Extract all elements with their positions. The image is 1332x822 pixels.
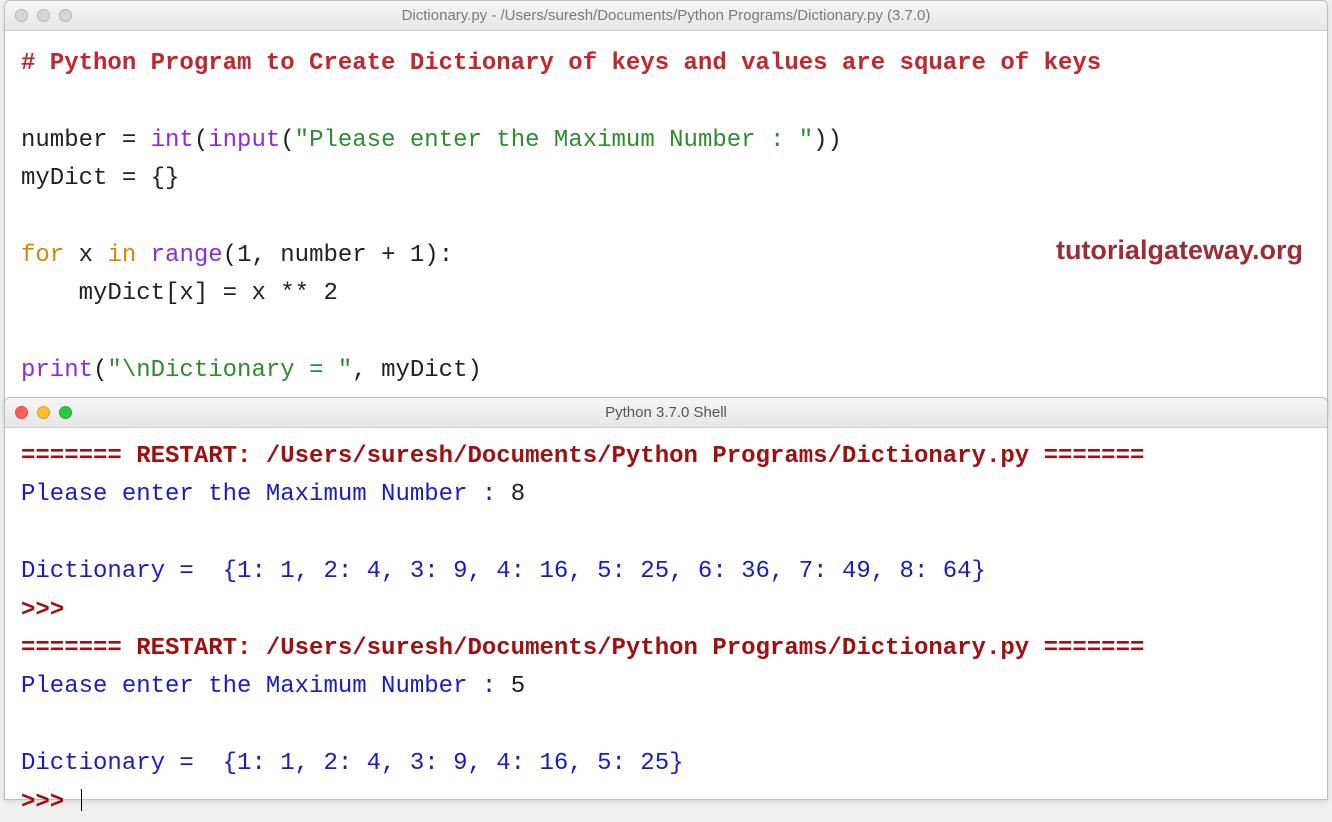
editor-traffic-lights <box>15 9 72 22</box>
code-text: )) <box>813 127 842 154</box>
shell-input-value: 5 <box>511 673 525 700</box>
shell-ps: >>> <box>21 789 79 816</box>
maximize-icon[interactable] <box>59 406 72 419</box>
code-keyword-for: for <box>21 242 64 269</box>
code-text: ( <box>194 127 208 154</box>
code-text: , myDict) <box>352 357 482 384</box>
code-text: ( <box>280 127 294 154</box>
editor-window: Dictionary.py - /Users/suresh/Documents/… <box>4 0 1328 416</box>
shell-prompt-label: Please enter the Maximum Number : <box>21 673 511 700</box>
code-text: myDict[x] = x ** 2 <box>21 280 338 307</box>
minimize-icon[interactable] <box>37 406 50 419</box>
shell-traffic-lights <box>15 406 72 419</box>
shell-output-value: {1: 1, 2: 4, 3: 9, 4: 16, 5: 25} <box>208 750 683 777</box>
shell-titlebar[interactable]: Python 3.7.0 Shell <box>5 398 1327 428</box>
code-text: x <box>64 242 107 269</box>
shell-prompt-label: Please enter the Maximum Number : <box>21 481 511 508</box>
code-builtin-print: print <box>21 357 93 384</box>
shell-ps: >>> <box>21 597 79 624</box>
code-text <box>136 242 150 269</box>
shell-output-value: {1: 1, 2: 4, 3: 9, 4: 16, 5: 25, 6: 36, … <box>208 558 986 585</box>
code-string: "\nDictionary = " <box>107 357 352 384</box>
shell-title: Python 3.7.0 Shell <box>5 404 1327 421</box>
code-text: number = <box>21 127 151 154</box>
shell-window: Python 3.7.0 Shell ======= RESTART: /Use… <box>4 397 1328 800</box>
shell-restart-line: ======= RESTART: /Users/suresh/Documents… <box>21 443 1144 470</box>
code-keyword-in: in <box>107 242 136 269</box>
shell-input-value: 8 <box>511 481 525 508</box>
code-string: "Please enter the Maximum Number : " <box>295 127 813 154</box>
shell-body[interactable]: ======= RESTART: /Users/suresh/Documents… <box>5 428 1327 822</box>
minimize-icon[interactable] <box>37 9 50 22</box>
close-icon[interactable] <box>15 9 28 22</box>
shell-restart-line: ======= RESTART: /Users/suresh/Documents… <box>21 635 1144 662</box>
code-comment: # Python Program to Create Dictionary of… <box>21 50 1101 77</box>
shell-output-label: Dictionary = <box>21 750 208 777</box>
code-text: myDict = {} <box>21 165 179 192</box>
shell-output-label: Dictionary = <box>21 558 208 585</box>
code-text: ( <box>93 357 107 384</box>
watermark: tutorialgateway.org <box>1056 229 1303 272</box>
code-builtin-range: range <box>151 242 223 269</box>
code-builtin-input: input <box>208 127 280 154</box>
code-builtin-int: int <box>151 127 194 154</box>
editor-titlebar[interactable]: Dictionary.py - /Users/suresh/Documents/… <box>5 1 1327 31</box>
close-icon[interactable] <box>15 406 28 419</box>
editor-body[interactable]: # Python Program to Create Dictionary of… <box>5 31 1327 391</box>
maximize-icon[interactable] <box>59 9 72 22</box>
code-text: (1, number + 1): <box>223 242 453 269</box>
editor-title: Dictionary.py - /Users/suresh/Documents/… <box>5 7 1327 24</box>
